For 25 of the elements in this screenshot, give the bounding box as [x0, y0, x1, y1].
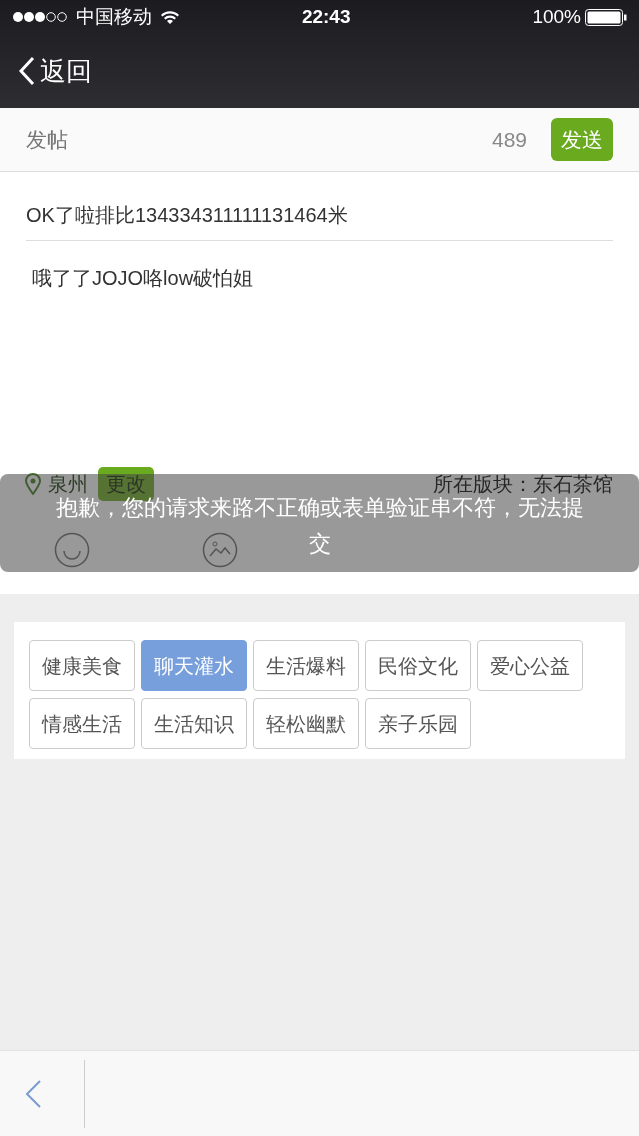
category-tag[interactable]: 民俗文化	[365, 640, 471, 691]
battery-icon	[585, 8, 627, 26]
clock-time: 22:43	[301, 4, 352, 29]
chevron-icon	[18, 56, 36, 86]
body-field[interactable]: 哦了了JOJO咯low破怕姐	[32, 241, 607, 293]
emoji-icon[interactable]	[54, 532, 90, 568]
title-field[interactable]: OK了啦排比134334311111131464米	[26, 172, 613, 241]
carrier-name: 中国移动	[76, 4, 152, 29]
category-tag[interactable]: 情感生活	[29, 698, 135, 749]
back-button[interactable]: 返回	[18, 51, 92, 91]
category-tag[interactable]: 轻松幽默	[253, 698, 359, 749]
category-tag[interactable]: 健康美食	[29, 640, 135, 691]
forum-label: 所在版块：东石茶馆	[433, 472, 613, 497]
city-name: 泉州	[48, 472, 88, 497]
location-pin-icon	[24, 473, 42, 495]
wifi-icon	[160, 9, 180, 25]
character-count: 489	[491, 126, 527, 153]
category-tag[interactable]: 生活知识	[141, 698, 247, 749]
category-tag[interactable]: 生活爆料	[253, 640, 359, 691]
signal-icon	[12, 11, 68, 23]
battery-percent: 100%	[532, 4, 581, 29]
category-tag[interactable]: 爱心公益	[477, 640, 583, 691]
category-tag[interactable]: 亲子乐园	[365, 698, 471, 749]
image-icon[interactable]	[202, 532, 238, 568]
page-title: 发帖	[26, 126, 68, 153]
